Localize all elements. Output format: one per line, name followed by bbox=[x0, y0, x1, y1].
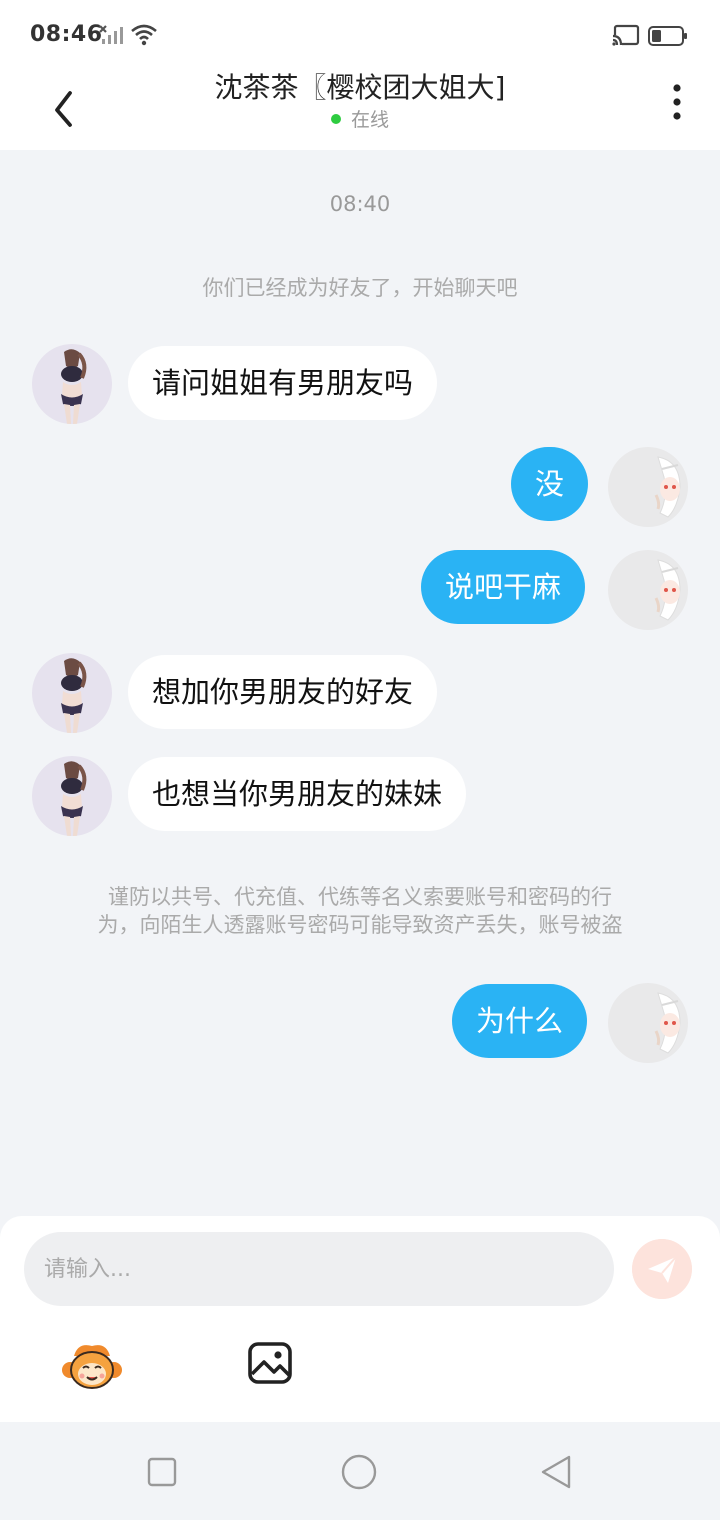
cast-icon bbox=[612, 24, 640, 46]
back-triangle-icon[interactable] bbox=[538, 1453, 574, 1491]
home-circle-icon[interactable] bbox=[340, 1453, 378, 1491]
chat-header: 沈茶茶〖樱校团大姐大] 在线 bbox=[0, 70, 720, 150]
contact-avatar[interactable] bbox=[32, 756, 112, 836]
self-avatar[interactable] bbox=[608, 983, 688, 1063]
system-notice: 你们已经成为好友了，开始聊天吧 bbox=[202, 276, 518, 300]
girl-figure-icon bbox=[61, 761, 87, 836]
more-options-button[interactable] bbox=[660, 82, 694, 122]
message-bubble-outgoing[interactable]: 没 bbox=[511, 447, 589, 521]
warning-line: 为，向陌生人透露账号密码可能导致资产丢失，账号被盗 bbox=[97, 913, 623, 937]
system-navigation-bar bbox=[0, 1422, 720, 1520]
message-input-container[interactable] bbox=[24, 1232, 614, 1306]
emoji-mascot-icon[interactable] bbox=[60, 1340, 124, 1392]
message-input[interactable] bbox=[24, 1232, 614, 1306]
message-bubble-outgoing[interactable]: 为什么 bbox=[452, 984, 588, 1058]
time-divider: 08:40 bbox=[329, 192, 391, 216]
anime-girl-icon bbox=[654, 992, 681, 1054]
anime-girl-icon bbox=[654, 559, 681, 621]
signal-x-icon bbox=[99, 25, 123, 44]
message-bubble-incoming[interactable]: 请问姐姐有男朋友吗 bbox=[128, 346, 438, 420]
online-status: 在线 bbox=[0, 108, 720, 132]
status-bar: 08:46 bbox=[0, 0, 720, 70]
security-warning: 谨防以共号、代充值、代练等名义索要账号和密码的行 为，向陌生人透露账号密码可能导… bbox=[55, 883, 665, 939]
recents-square-icon[interactable] bbox=[146, 1456, 178, 1488]
wifi-icon bbox=[131, 24, 157, 46]
self-avatar[interactable] bbox=[608, 550, 688, 630]
contact-name: 沈茶茶〖樱校团大姐大] bbox=[214, 71, 506, 104]
contact-avatar[interactable] bbox=[32, 344, 112, 424]
input-panel bbox=[0, 1216, 720, 1422]
battery-icon bbox=[648, 26, 687, 46]
girl-figure-icon bbox=[61, 658, 87, 733]
self-avatar[interactable] bbox=[608, 447, 688, 527]
girl-figure-icon bbox=[61, 349, 87, 424]
message-bubble-outgoing[interactable]: 说吧干麻 bbox=[421, 550, 586, 624]
message-bubble-incoming[interactable]: 也想当你男朋友的妹妹 bbox=[128, 757, 467, 831]
warning-line: 谨防以共号、代充值、代练等名义索要账号和密码的行 bbox=[108, 885, 612, 909]
image-icon[interactable] bbox=[246, 1340, 294, 1386]
send-button[interactable] bbox=[632, 1239, 692, 1299]
anime-girl-icon bbox=[654, 456, 681, 518]
online-dot-icon bbox=[330, 114, 341, 124]
chat-area[interactable]: 08:40 你们已经成为好友了，开始聊天吧 请问姐姐有男朋友吗 没 说吧干麻 想… bbox=[0, 150, 720, 1216]
online-status-label: 在线 bbox=[350, 109, 389, 131]
status-time: 08:46 bbox=[30, 22, 103, 47]
message-bubble-incoming[interactable]: 想加你男朋友的好友 bbox=[128, 655, 438, 729]
contact-avatar[interactable] bbox=[32, 653, 112, 733]
